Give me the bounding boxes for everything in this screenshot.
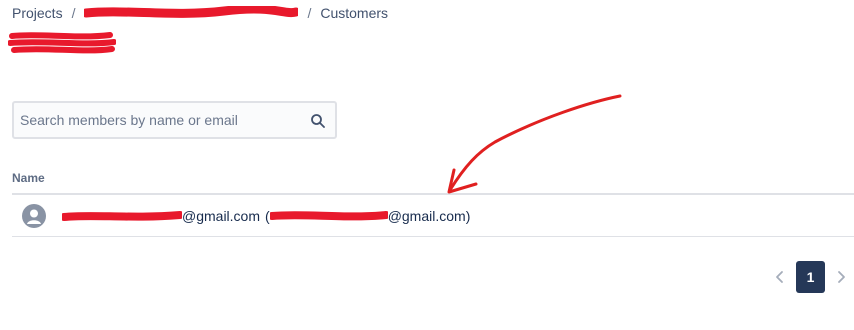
page-title	[7, 30, 117, 56]
breadcrumb-separator: /	[307, 5, 312, 21]
column-header-name[interactable]: Name	[12, 171, 45, 185]
breadcrumb-projects[interactable]: Projects	[12, 5, 63, 21]
breadcrumb: Projects / / Customers	[12, 5, 388, 21]
chevron-right-icon[interactable]	[831, 261, 851, 293]
table-row: @gmail.com ( @gmail.com)	[12, 195, 854, 236]
search-input[interactable]	[20, 103, 305, 137]
member-email-suffix: @gmail.com	[182, 208, 261, 224]
table-row-divider	[12, 236, 854, 237]
page-button-current[interactable]: 1	[796, 261, 825, 293]
member-name-redacted	[60, 209, 184, 223]
search-box[interactable]	[12, 101, 337, 139]
member-email-redacted	[267, 209, 390, 223]
redaction-scribble	[60, 211, 184, 221]
member-display: @gmail.com ( @gmail.com)	[60, 208, 471, 224]
member-paren-email-suffix: @gmail.com)	[387, 208, 471, 224]
redaction-scribble	[7, 32, 117, 54]
search-icon[interactable]	[310, 113, 326, 129]
redaction-scribble	[267, 211, 390, 221]
pagination: 1	[770, 261, 851, 293]
user-avatar-icon	[22, 204, 46, 228]
chevron-left-icon[interactable]	[770, 261, 790, 293]
redaction-scribble	[84, 6, 299, 18]
breadcrumb-separator: /	[71, 5, 76, 21]
annotation-arrow	[447, 94, 622, 194]
breadcrumb-customers[interactable]: Customers	[320, 5, 388, 21]
breadcrumb-project-redacted[interactable]	[84, 6, 299, 20]
